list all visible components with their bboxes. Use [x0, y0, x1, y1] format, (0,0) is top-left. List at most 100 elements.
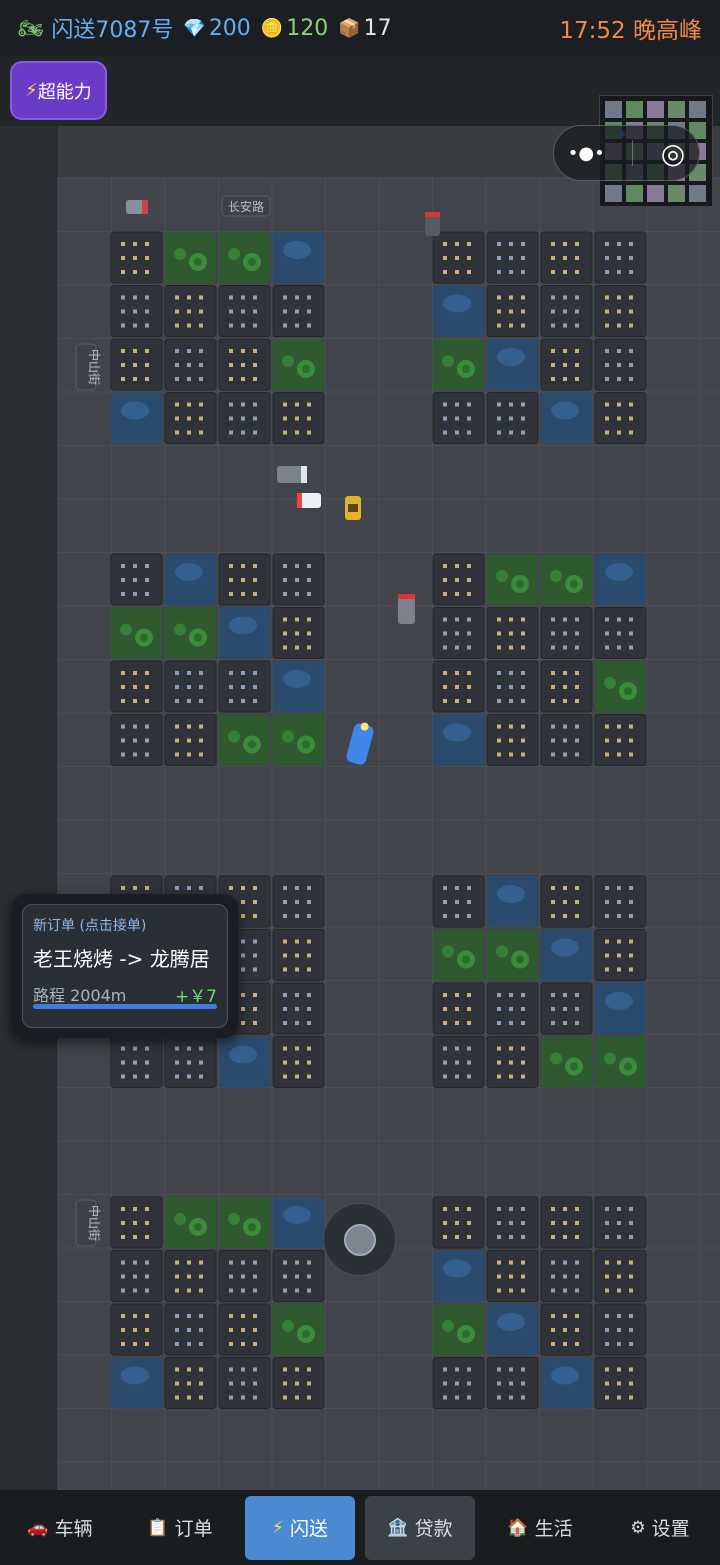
map-tile — [487, 1304, 538, 1355]
rider-name: 闪送7087号 — [51, 18, 174, 43]
coin-counter: 🪙 120 — [261, 16, 328, 41]
map-tile — [110, 1303, 163, 1356]
map-tile — [111, 607, 162, 659]
map-tile — [433, 285, 484, 337]
map-tile — [272, 607, 325, 659]
nav-orders[interactable]: 📋 订单 — [125, 1496, 235, 1560]
map-tile — [594, 714, 647, 766]
map-tile — [432, 1357, 485, 1409]
nav-delivery[interactable]: ⚡ 闪送 — [245, 1495, 355, 1560]
map-tile — [165, 232, 216, 283]
map-tile — [594, 338, 647, 391]
map-tile — [486, 607, 539, 659]
city-map-canvas[interactable]: 长安路 中山街 中山街 — [0, 126, 720, 1490]
map-tile — [540, 714, 593, 766]
more-menu-button[interactable]: •●• — [568, 143, 605, 164]
clipboard-icon: 📋 — [147, 1517, 169, 1538]
map-tile — [432, 231, 485, 284]
map-tile — [594, 231, 647, 284]
order-card-title: 新订单 (点击接单) — [33, 918, 147, 934]
city-map[interactable]: 长安路 中山街 中山街 — [0, 126, 720, 1490]
map-tile — [486, 714, 539, 766]
map-tile — [540, 607, 593, 659]
map-tile — [272, 929, 325, 981]
bottom-nav: 🚗 车辆 📋 订单 ⚡ 闪送 🏦 贷款 🏠 生活 ⚙ 设置 — [0, 1490, 720, 1565]
nav-delivery-label: 闪送 — [289, 1518, 328, 1540]
map-tile — [486, 231, 539, 284]
traffic-car — [277, 466, 307, 483]
diamond-icon: 💎 — [183, 17, 206, 39]
map-tile — [110, 285, 163, 337]
map-tile — [272, 285, 325, 337]
map-tile — [110, 1250, 163, 1302]
map-tile — [541, 554, 592, 605]
map-tile — [595, 554, 646, 605]
road-label-changan: 长安路 — [228, 199, 264, 214]
map-tile — [540, 1196, 593, 1249]
new-order-card[interactable]: 新订单 (点击接单) 老王烧烤 -> 龙腾居 路程 2004m +￥7 — [12, 894, 238, 1038]
map-tile — [272, 875, 325, 928]
map-tile — [594, 1250, 647, 1302]
nav-vehicle[interactable]: 🚗 车辆 — [5, 1496, 115, 1560]
map-tile — [594, 392, 647, 444]
map-tile — [433, 1304, 484, 1355]
status-bar: 🏍 闪送7087号 💎 200 🪙 120 📦 17 17:52 晚高峰 — [0, 0, 720, 56]
map-tile — [164, 714, 217, 766]
map-tile — [218, 1303, 271, 1356]
map-tile — [541, 1036, 592, 1088]
map-tile — [540, 875, 593, 928]
time-status: 17:52 晚高峰 — [559, 18, 702, 44]
map-tile — [486, 1357, 539, 1409]
map-tile — [218, 1250, 271, 1302]
map-tile — [164, 1303, 217, 1356]
new-order-panel[interactable]: 新订单 (点击接单) 老王烧烤 -> 龙腾居 路程 2004m +￥7 — [22, 904, 228, 1028]
map-tile — [487, 339, 538, 390]
map-tile — [540, 660, 593, 713]
map-tile — [432, 875, 485, 928]
map-tile — [110, 1036, 163, 1088]
map-tile — [433, 1250, 484, 1302]
map-tile — [273, 1197, 324, 1248]
map-tile — [219, 607, 270, 659]
map-tile — [594, 285, 647, 337]
map-tile — [594, 607, 647, 659]
close-target-button[interactable]: ◎ — [661, 137, 685, 170]
map-tile — [164, 1357, 217, 1409]
gear-icon: ⚙ — [630, 1517, 646, 1538]
map-tile — [432, 982, 485, 1035]
map-tile — [486, 1036, 539, 1088]
nav-life-label: 生活 — [534, 1518, 573, 1540]
lightning-icon: ⚡ — [272, 1517, 284, 1538]
nav-settings[interactable]: ⚙ 设置 — [605, 1496, 715, 1560]
map-tile — [218, 392, 271, 444]
map-tile — [594, 1303, 647, 1356]
map-tile — [272, 1036, 325, 1088]
package-counter: 📦 17 — [338, 16, 391, 41]
super-power-button[interactable]: ⚡ 超能力 — [10, 61, 107, 120]
map-tile — [110, 1196, 163, 1249]
map-tile — [165, 607, 216, 659]
package-icon: 📦 — [338, 17, 361, 39]
order-route: 老王烧烤 -> 龙腾居 — [33, 947, 210, 971]
map-tile — [595, 983, 646, 1034]
map-tile — [219, 1036, 270, 1088]
map-tile — [164, 392, 217, 444]
joystick[interactable] — [323, 1203, 396, 1276]
map-tile — [487, 929, 538, 981]
map-tile — [486, 1196, 539, 1249]
traffic-car — [297, 493, 321, 508]
order-timer-bar — [33, 1004, 217, 1009]
map-tile — [433, 929, 484, 981]
map-tile — [273, 661, 324, 712]
map-tile — [432, 1036, 485, 1088]
joystick-knob[interactable] — [343, 1223, 376, 1256]
nav-life[interactable]: 🏠 生活 — [485, 1496, 595, 1560]
map-tile — [433, 714, 484, 766]
nav-loan[interactable]: 🏦 贷款 — [365, 1495, 475, 1560]
coin-icon: 🪙 — [260, 17, 284, 39]
map-tile — [273, 714, 324, 766]
map-tile — [432, 660, 485, 713]
map-tile — [486, 392, 539, 444]
map-tile — [540, 982, 593, 1035]
map-tile — [541, 392, 592, 444]
